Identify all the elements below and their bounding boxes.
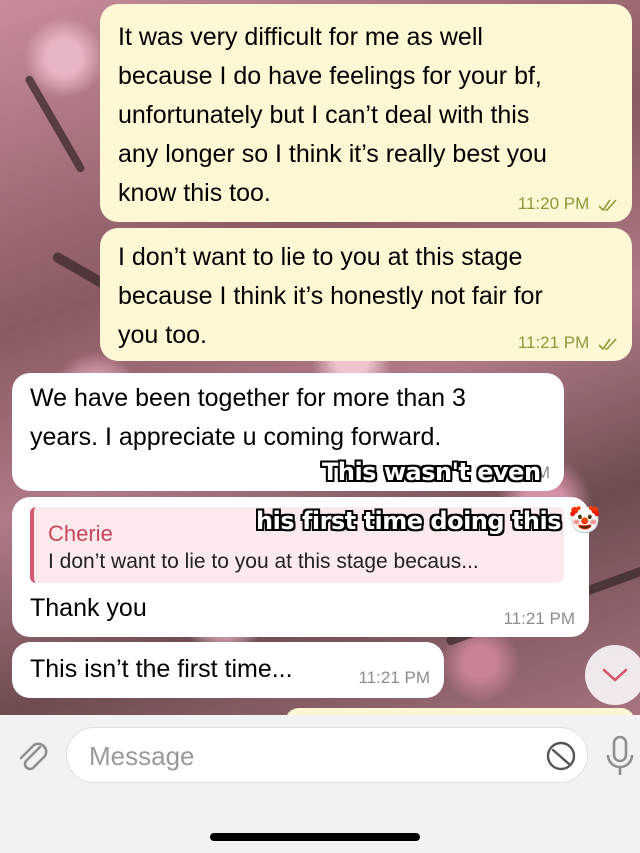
outgoing-message[interactable]: I don’t want to lie to you at this stage… <box>100 228 632 361</box>
message-meta: 11:20 PM <box>518 194 618 214</box>
clown-emoji: 🤡 <box>568 506 601 536</box>
message-line: because I think it’s honestly not fair f… <box>118 282 543 310</box>
microphone-icon[interactable] <box>604 735 636 779</box>
double-check-icon <box>598 198 617 211</box>
message-line: Thank you <box>30 594 147 622</box>
message-time: 11:21 PM <box>358 668 430 687</box>
double-check-icon <box>598 337 617 350</box>
message-line: unfortunately but I can’t deal with this <box>118 101 530 129</box>
message-line: any longer so I think it’s really best y… <box>118 140 547 168</box>
message-composer: Message <box>0 715 640 853</box>
message-line: We have been together for more than 3 <box>30 384 466 412</box>
overlay-caption-line1: This wasn't even <box>322 458 541 486</box>
message-time: 11:20 PM <box>517 194 590 213</box>
message-placeholder: Message <box>89 741 195 771</box>
overlay-caption-text: his first time doing this <box>256 507 562 535</box>
home-indicator[interactable] <box>210 833 420 841</box>
incoming-message[interactable]: This isn’t the first time... 11:21 PM <box>12 642 444 698</box>
message-line: It was very difficult for me as well <box>118 23 483 51</box>
message-meta: 11:21 PM <box>518 333 618 353</box>
chevron-down-icon <box>602 668 628 682</box>
message-line: years. I appreciate u coming forward. <box>30 423 442 451</box>
message-input[interactable]: Message <box>66 727 588 783</box>
message-line: because I do have feelings for your bf, <box>118 62 542 90</box>
outgoing-message[interactable]: It was very difficult for me as well bec… <box>100 4 632 222</box>
sticker-icon[interactable] <box>545 740 577 772</box>
wallpaper-branch <box>24 74 86 174</box>
message-time: 11:21 PM <box>503 609 575 628</box>
reply-snippet: I don’t want to lie to you at this stage… <box>48 550 479 573</box>
scroll-down-button[interactable] <box>585 645 640 705</box>
message-time: 11:21 PM <box>517 333 590 352</box>
paperclip-icon[interactable] <box>12 735 52 775</box>
message-line: I don’t want to lie to you at this stage <box>118 243 523 271</box>
overlay-caption-line2: his first time doing this 🤡 <box>256 506 601 536</box>
